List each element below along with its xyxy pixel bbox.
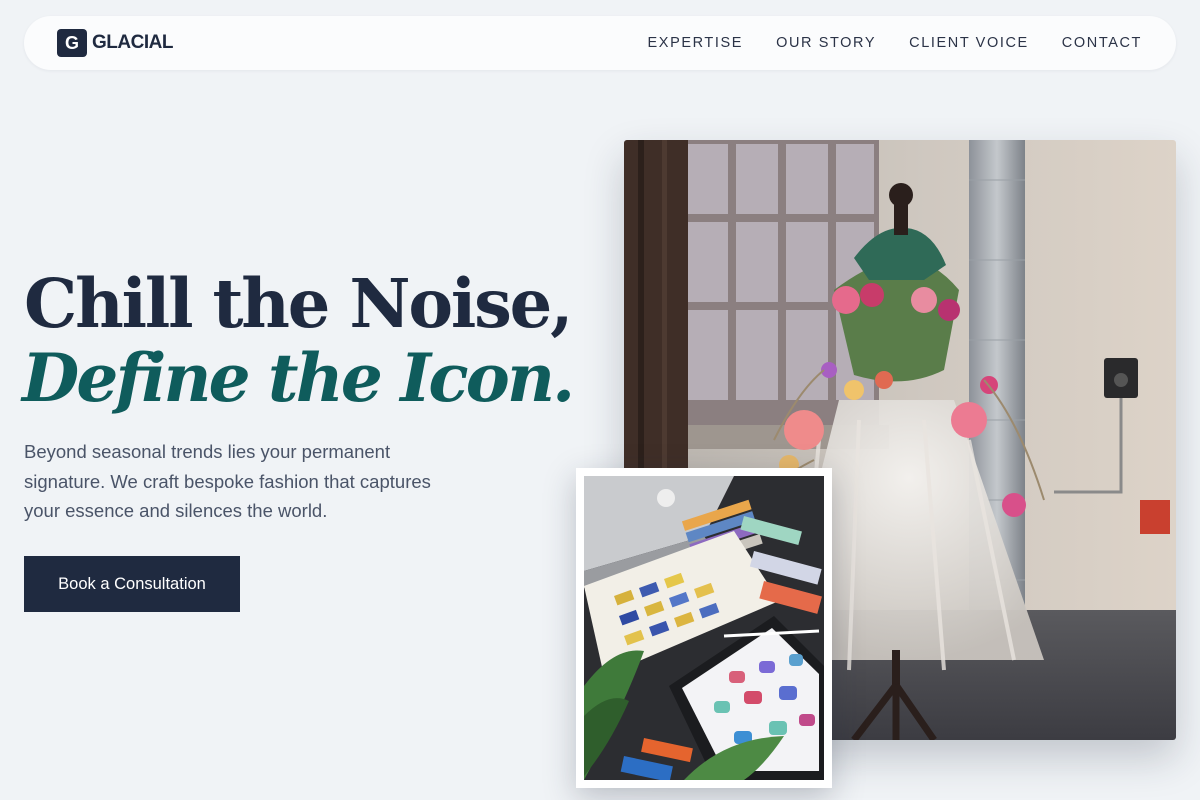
nav-link-contact[interactable]: CONTACT — [1062, 35, 1142, 51]
nav-link-client-voice[interactable]: CLIENT VOICE — [909, 35, 1029, 51]
navbar: G GLACIAL EXPERTISE OUR STORY CLIENT VOI… — [24, 16, 1176, 70]
brand-mark-icon: G — [57, 29, 87, 57]
hero-title-accent: Define the Icon. — [22, 339, 575, 417]
nav-link-our-story[interactable]: OUR STORY — [776, 35, 876, 51]
hero-title: Chill the Noise, — [24, 264, 573, 343]
hero-description: Beyond seasonal trends lies your permane… — [24, 441, 431, 521]
brand-logo[interactable]: G GLACIAL — [57, 29, 173, 57]
nav-links: EXPERTISE OUR STORY CLIENT VOICE CONTACT — [648, 35, 1142, 51]
book-consultation-button[interactable]: Book a Consultation — [24, 556, 240, 612]
color-swatches-sketch-illustration — [584, 476, 824, 780]
nav-link-expertise[interactable]: EXPERTISE — [648, 35, 744, 51]
color-swatches-photo — [576, 468, 832, 788]
brand-name: GLACIAL — [92, 32, 173, 53]
